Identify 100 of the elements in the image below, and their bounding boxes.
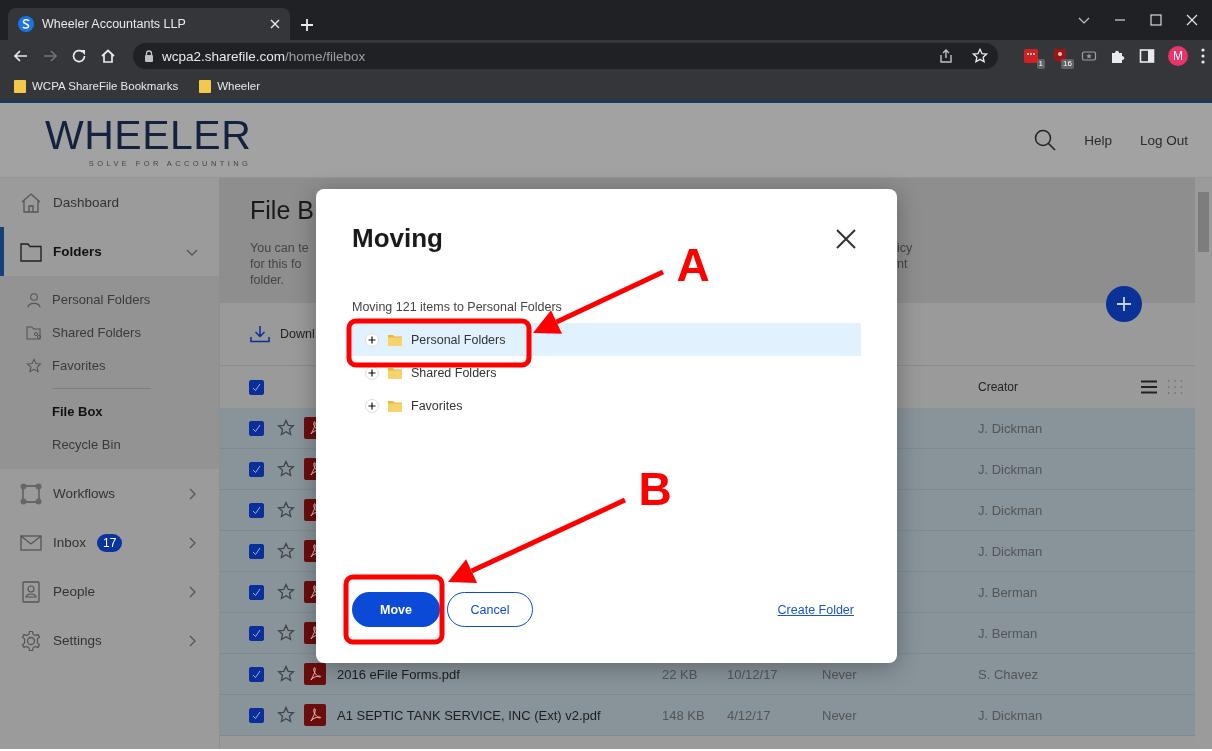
folder-icon <box>388 333 402 346</box>
plus-icon <box>1116 296 1132 312</box>
add-button[interactable] <box>1106 286 1142 322</box>
sidebar-subitem[interactable]: Personal Folders <box>0 283 219 316</box>
search-icon[interactable] <box>1034 129 1057 151</box>
description-text: icy <box>897 240 914 256</box>
close-button[interactable] <box>835 227 857 250</box>
bookmark[interactable]: WCPA ShareFile Bookmarks <box>14 79 179 93</box>
creator-name: J. Dickman <box>978 461 1044 477</box>
checkbox[interactable] <box>249 379 264 395</box>
creator-name: J. Dickman <box>978 543 1044 559</box>
profile-avatar[interactable]: M <box>1168 46 1188 66</box>
person-icon <box>26 291 42 308</box>
extension-badge: 16 <box>1061 59 1074 69</box>
expand-icon[interactable] <box>365 398 379 413</box>
checkbox[interactable] <box>249 666 264 682</box>
sidebar-item[interactable]: Settings <box>0 616 219 665</box>
column-header[interactable]: Creator <box>978 380 1018 394</box>
description-text: for this fo <box>250 256 303 272</box>
star-icon[interactable] <box>277 419 295 437</box>
cancel-button[interactable]: Cancel <box>447 592 533 627</box>
sidebar-item[interactable]: Workflows <box>0 469 219 518</box>
sidebar-item[interactable]: People <box>0 567 219 616</box>
create-folder-link[interactable]: Create Folder <box>777 602 854 617</box>
toolbar-button[interactable]: Downl <box>280 327 315 341</box>
folder-icon <box>388 399 402 412</box>
page-title: File B <box>250 195 315 226</box>
sidebar-item[interactable]: Inbox 17 <box>0 518 219 567</box>
star-icon[interactable] <box>277 706 295 724</box>
contact-book-icon <box>21 580 41 603</box>
address-bar[interactable]: wcpa2.sharefile.com/home/filebox <box>133 43 998 69</box>
checkbox[interactable] <box>249 461 264 477</box>
extension-badge: 1 <box>1036 59 1045 69</box>
star-icon <box>26 357 42 374</box>
side-panel-icon[interactable] <box>1139 48 1155 64</box>
pdf-icon <box>304 581 316 603</box>
scrollbar[interactable] <box>1198 192 1209 252</box>
sidebar-item[interactable]: Dashboard <box>0 178 219 227</box>
pdf-icon <box>304 499 316 521</box>
folder-tree-item[interactable]: Favorites <box>352 389 861 422</box>
list-view-icon[interactable] <box>1141 380 1157 394</box>
download-icon <box>250 325 270 343</box>
close-icon[interactable] <box>270 19 280 29</box>
close-icon <box>835 227 857 250</box>
checkbox[interactable] <box>249 420 264 436</box>
modified-date: 4/12/17 <box>727 707 772 723</box>
star-icon[interactable] <box>277 583 295 601</box>
pdf-icon <box>304 704 326 726</box>
description-text: You can te <box>250 240 310 256</box>
sidebar-subitem[interactable]: Recycle Bin <box>0 428 219 461</box>
file-size: 22 KB <box>662 666 699 682</box>
star-icon[interactable] <box>277 542 295 560</box>
pdf-icon <box>304 417 316 439</box>
annotation-letter: A <box>676 239 710 291</box>
dialog-title: Moving <box>352 223 443 254</box>
star-icon[interactable] <box>277 624 295 642</box>
checkbox[interactable] <box>249 625 264 641</box>
logo-wordmark: WHEELER <box>45 112 252 157</box>
pdf-icon <box>304 540 316 562</box>
home-icon <box>20 191 42 214</box>
back-arrow-icon[interactable] <box>13 48 29 64</box>
extension-icon[interactable] <box>1023 48 1039 64</box>
creator-name: J. Dickman <box>978 502 1044 518</box>
creator-name: J. Berman <box>978 625 1039 641</box>
sidebar-subitem[interactable]: Shared Folders <box>0 316 219 349</box>
sidebar-subitem[interactable]: File Box <box>0 395 219 428</box>
sidebar-item[interactable]: Folders <box>0 227 219 276</box>
browser-tab[interactable]: Wheeler Accountants LLP <box>8 8 290 40</box>
header-link[interactable]: Log Out <box>1139 132 1188 148</box>
bookmark[interactable]: Wheeler <box>199 79 260 93</box>
checkbox[interactable] <box>249 707 264 723</box>
move-button[interactable]: Move <box>352 592 440 627</box>
checkbox[interactable] <box>249 502 264 518</box>
annotation-letter: B <box>638 463 672 515</box>
new-tab-icon[interactable] <box>300 18 314 32</box>
count-badge: 17 <box>97 533 123 552</box>
home-icon[interactable] <box>100 48 116 64</box>
file-name[interactable]: 2016 eFile Forms.pdf <box>337 666 662 682</box>
reload-icon[interactable] <box>71 48 87 64</box>
description-text: nt <box>897 256 909 272</box>
close-icon[interactable] <box>1186 14 1198 26</box>
checkbox[interactable] <box>249 584 264 600</box>
checkbox[interactable] <box>249 543 264 559</box>
maximize-icon[interactable] <box>1150 14 1162 26</box>
creator-name: S. Chavez <box>978 666 1039 682</box>
file-size: 148 KB <box>662 707 706 723</box>
file-name[interactable]: A1 SEPTIC TANK SERVICE, INC (Ext) v2.pdf <box>337 707 662 723</box>
folder-tree-item[interactable]: Shared Folders <box>352 356 861 389</box>
folder-tree-item[interactable]: Personal Folders <box>352 323 861 356</box>
share-icon[interactable] <box>938 48 954 64</box>
star-icon[interactable] <box>277 665 295 683</box>
puzzle-icon[interactable] <box>1110 48 1126 64</box>
star-icon[interactable] <box>277 501 295 519</box>
ticket-icon[interactable] <box>1081 48 1097 64</box>
sidebar-subitem[interactable]: Favorites <box>0 349 219 382</box>
menu-icon[interactable] <box>1201 48 1205 64</box>
star-icon[interactable] <box>277 460 295 478</box>
folder-icon <box>20 241 42 262</box>
expand-icon[interactable] <box>365 332 379 347</box>
header-link[interactable]: Help <box>1084 132 1112 148</box>
